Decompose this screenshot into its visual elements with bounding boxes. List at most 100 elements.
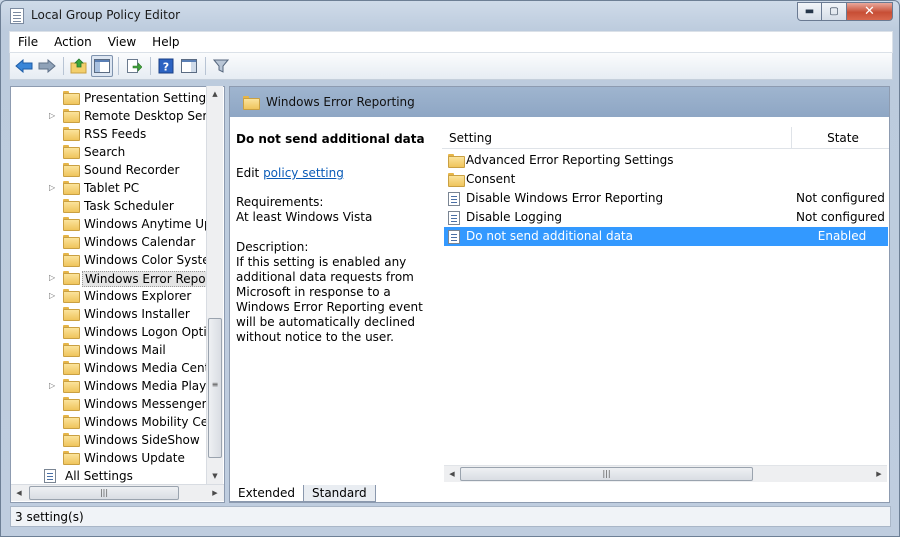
tree-item[interactable]: RSS Feeds	[11, 125, 211, 143]
folder-icon	[63, 343, 80, 357]
tree-item[interactable]: Windows Color System	[11, 251, 211, 269]
forward-icon[interactable]	[36, 55, 58, 77]
tree-item-label: Windows Update	[84, 451, 185, 465]
expand-arrow-icon[interactable]: ▷	[49, 183, 57, 193]
filter-icon[interactable]	[210, 55, 232, 77]
show-hide-tree-icon[interactable]	[91, 55, 113, 77]
tree-item[interactable]: Presentation Settings	[11, 89, 211, 107]
tree-item[interactable]: Windows Mail	[11, 341, 211, 359]
view-tabs: Extended Standard	[229, 485, 376, 503]
tree-item[interactable]: Windows Calendar	[11, 233, 211, 251]
scroll-grip: |||	[602, 469, 611, 478]
tree-item-label: All Settings	[65, 469, 133, 483]
list-item-name: Disable Windows Error Reporting	[466, 191, 664, 205]
requirements-value: At least Windows Vista	[236, 210, 373, 224]
scroll-right-arrow-icon[interactable]: ▶	[207, 485, 223, 501]
list-item[interactable]: Disable Windows Error Reporting Not confi…	[444, 189, 888, 208]
menu-help[interactable]: Help	[144, 35, 187, 49]
tree-item[interactable]: Windows Installer	[11, 305, 211, 323]
menu-file[interactable]: File	[10, 35, 46, 49]
tree-item-label: Task Scheduler	[84, 199, 174, 213]
tree-item-label: Windows Anytime Upgrade	[84, 217, 207, 231]
scroll-up-arrow-icon[interactable]: ▲	[207, 86, 223, 102]
tree-item[interactable]: Windows Anytime Upgrade	[11, 215, 211, 233]
tree-item[interactable]: ▷ Windows Media Player	[11, 377, 211, 395]
tree-vertical-scrollbar[interactable]: ▲ ≡ ▼	[206, 86, 223, 484]
tree-item[interactable]: Windows Logon Options	[11, 323, 211, 341]
list-horizontal-scrollbar[interactable]: ◀ ||| ▶	[444, 465, 887, 482]
tree-item[interactable]: Windows Update	[11, 449, 211, 467]
scroll-grip: |||	[99, 488, 109, 497]
tree-scroll-thumb[interactable]: ≡	[208, 318, 222, 458]
window-title: Local Group Policy Editor	[31, 8, 181, 22]
tab-standard[interactable]: Standard	[303, 485, 376, 502]
scroll-left-arrow-icon[interactable]: ◀	[11, 485, 27, 501]
scroll-down-arrow-icon[interactable]: ▼	[207, 468, 223, 484]
help-icon[interactable]: ?	[155, 55, 177, 77]
list-item-name: Advanced Error Reporting Settings	[466, 153, 674, 167]
folder-icon	[63, 199, 80, 213]
tree-item[interactable]: ▷ Windows Explorer	[11, 287, 211, 305]
folder-icon	[448, 173, 465, 187]
title-bar[interactable]: Local Group Policy Editor ▬ ▢ ✕	[1, 1, 899, 31]
scroll-left-arrow-icon[interactable]: ◀	[444, 466, 460, 482]
tree-item-label: Windows Color System	[84, 253, 207, 267]
folder-icon	[63, 145, 80, 159]
tree-item[interactable]: Task Scheduler	[11, 197, 211, 215]
minimize-button[interactable]: ▬	[797, 2, 822, 21]
up-folder-icon[interactable]	[68, 55, 90, 77]
column-header-setting[interactable]: Setting	[442, 127, 792, 149]
back-icon[interactable]	[13, 55, 35, 77]
folder-icon	[63, 163, 80, 177]
folder-icon	[63, 271, 80, 285]
settings-list-icon	[44, 469, 56, 483]
list-item[interactable]: Advanced Error Reporting Settings	[444, 151, 888, 170]
export-list-icon[interactable]	[123, 55, 145, 77]
folder-icon	[63, 451, 80, 465]
maximize-button[interactable]: ▢	[822, 2, 847, 21]
tab-extended[interactable]: Extended	[229, 485, 304, 502]
tree-item-label: Windows Calendar	[84, 235, 196, 249]
menu-view[interactable]: View	[100, 35, 144, 49]
list-item[interactable]: Consent	[444, 170, 888, 189]
tree-item[interactable]: Windows Mobility Center	[11, 413, 211, 431]
menu-action[interactable]: Action	[46, 35, 100, 49]
close-button[interactable]: ✕	[847, 2, 893, 21]
tree-item[interactable]: Windows SideShow	[11, 431, 211, 449]
tree-item[interactable]: Search	[11, 143, 211, 161]
edit-prefix: Edit	[236, 166, 264, 180]
tree-item[interactable]: Windows Messenger	[11, 395, 211, 413]
status-bar: 3 setting(s)	[10, 506, 891, 527]
policy-editor-icon	[10, 8, 24, 24]
folder-icon	[63, 217, 80, 231]
policy-setting-link[interactable]: policy setting	[263, 166, 344, 180]
tree-item[interactable]: ▷ Windows Error Reporting	[11, 269, 211, 287]
tree-item-label: Windows SideShow	[84, 433, 200, 447]
expand-arrow-icon[interactable]: ▷	[49, 111, 57, 121]
toolbar-separator	[150, 57, 151, 75]
list-item-state: Enabled	[817, 229, 867, 243]
show-action-pane-icon[interactable]	[178, 55, 200, 77]
expand-arrow-icon[interactable]: ▷	[49, 273, 57, 283]
column-header-state[interactable]: State	[792, 127, 887, 149]
tree-item-label: Windows Logon Options	[84, 325, 207, 339]
expand-arrow-icon[interactable]: ▷	[49, 381, 57, 391]
list-hscroll-thumb[interactable]: |||	[460, 467, 753, 481]
tree-item-all-settings[interactable]: All Settings	[11, 467, 211, 485]
tree-item-label: Windows Error Reporting	[82, 271, 207, 287]
tree-item[interactable]: Sound Recorder	[11, 161, 211, 179]
tree-pane: Presentation Settings ▷ Remote Desktop Ser…	[10, 86, 225, 503]
tree-item[interactable]: ▷ Tablet PC	[11, 179, 211, 197]
folder-icon	[63, 379, 80, 393]
expand-arrow-icon[interactable]: ▷	[49, 291, 57, 301]
tree-item-label: Windows Mail	[84, 343, 166, 357]
tree-item[interactable]: Windows Media Center	[11, 359, 211, 377]
list-item[interactable]: Do not send additional data Enabled	[444, 227, 888, 246]
scroll-right-arrow-icon[interactable]: ▶	[871, 466, 887, 482]
extended-description-panel: Do not send additional data Edit policy …	[230, 117, 442, 502]
tree-hscroll-thumb[interactable]: |||	[29, 486, 179, 500]
tree-item[interactable]: ▷ Remote Desktop Services	[11, 107, 211, 125]
list-item[interactable]: Disable Logging Not configured	[444, 208, 888, 227]
tree-item-label: Windows Explorer	[84, 289, 192, 303]
tree-horizontal-scrollbar[interactable]: ◀ ||| ▶	[11, 484, 224, 501]
